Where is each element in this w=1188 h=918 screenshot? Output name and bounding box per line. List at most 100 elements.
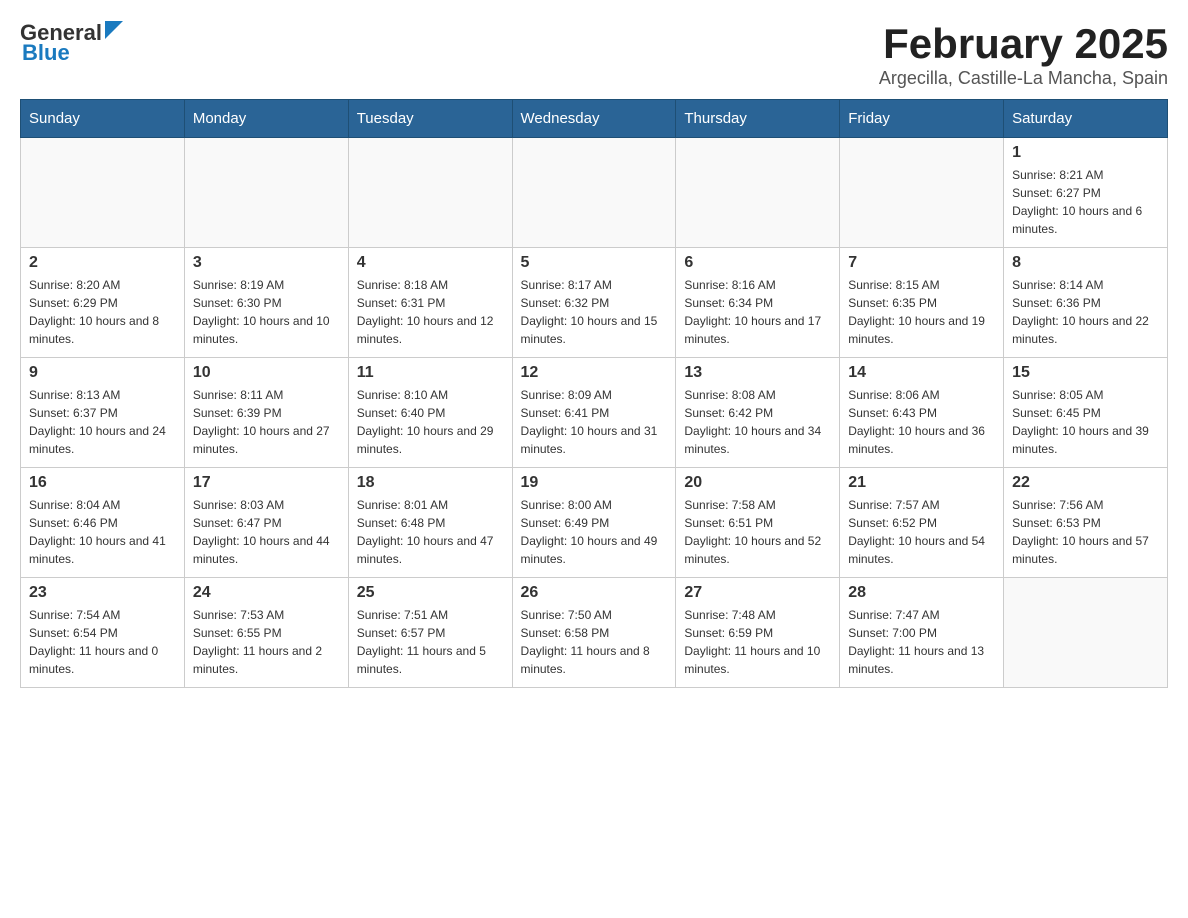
day-info: Sunrise: 8:13 AM Sunset: 6:37 PM Dayligh… xyxy=(29,386,176,458)
day-number: 1 xyxy=(1012,144,1159,162)
calendar-cell xyxy=(512,138,676,248)
calendar-cell: 7 Sunrise: 8:15 AM Sunset: 6:35 PM Daylig… xyxy=(840,248,1004,358)
calendar-cell xyxy=(676,138,840,248)
calendar-table: Sunday Monday Tuesday Wednesday Thursday… xyxy=(20,99,1168,688)
day-info: Sunrise: 8:14 AM Sunset: 6:36 PM Dayligh… xyxy=(1012,276,1159,348)
calendar-cell xyxy=(21,138,185,248)
calendar-cell: 24 Sunrise: 7:53 AM Sunset: 6:55 PM Dayli… xyxy=(184,578,348,688)
header-wednesday: Wednesday xyxy=(512,100,676,138)
day-number: 12 xyxy=(521,364,668,382)
day-info: Sunrise: 8:03 AM Sunset: 6:47 PM Dayligh… xyxy=(193,496,340,568)
day-number: 21 xyxy=(848,474,995,492)
day-number: 5 xyxy=(521,254,668,272)
week-row-2: 9 Sunrise: 8:13 AM Sunset: 6:37 PM Daylig… xyxy=(21,358,1168,468)
calendar-cell: 2 Sunrise: 8:20 AM Sunset: 6:29 PM Daylig… xyxy=(21,248,185,358)
week-row-3: 16Sunrise: 8:04 AM Sunset: 6:46 PM Dayli… xyxy=(21,468,1168,578)
day-info: Sunrise: 7:56 AM Sunset: 6:53 PM Dayligh… xyxy=(1012,496,1159,568)
calendar-cell: 4 Sunrise: 8:18 AM Sunset: 6:31 PM Daylig… xyxy=(348,248,512,358)
day-number: 16 xyxy=(29,474,176,492)
day-info: Sunrise: 8:19 AM Sunset: 6:30 PM Dayligh… xyxy=(193,276,340,348)
day-info: Sunrise: 8:05 AM Sunset: 6:45 PM Dayligh… xyxy=(1012,386,1159,458)
calendar-cell: 10 Sunrise: 8:11 AM Sunset: 6:39 PM Dayli… xyxy=(184,358,348,468)
location: Argecilla, Castille-La Mancha, Spain xyxy=(879,68,1168,89)
calendar-cell xyxy=(184,138,348,248)
calendar-cell: 3 Sunrise: 8:19 AM Sunset: 6:30 PM Daylig… xyxy=(184,248,348,358)
day-number: 27 xyxy=(684,584,831,602)
calendar-cell: 20 Sunrise: 7:58 AM Sunset: 6:51 PM Dayli… xyxy=(676,468,840,578)
day-number: 9 xyxy=(29,364,176,382)
day-info: Sunrise: 7:58 AM Sunset: 6:51 PM Dayligh… xyxy=(684,496,831,568)
day-number: 14 xyxy=(848,364,995,382)
header-monday: Monday xyxy=(184,100,348,138)
weekday-header-row: Sunday Monday Tuesday Wednesday Thursday… xyxy=(21,100,1168,138)
day-number: 4 xyxy=(357,254,504,272)
calendar-cell: 23Sunrise: 7:54 AM Sunset: 6:54 PM Dayli… xyxy=(21,578,185,688)
day-info: Sunrise: 8:21 AM Sunset: 6:27 PM Dayligh… xyxy=(1012,166,1159,238)
page-header: General Blue February 2025 Argecilla, Ca… xyxy=(20,20,1168,89)
logo-blue: Blue xyxy=(22,40,70,66)
day-number: 6 xyxy=(684,254,831,272)
day-number: 15 xyxy=(1012,364,1159,382)
day-info: Sunrise: 8:18 AM Sunset: 6:31 PM Dayligh… xyxy=(357,276,504,348)
day-info: Sunrise: 7:53 AM Sunset: 6:55 PM Dayligh… xyxy=(193,606,340,678)
calendar-cell: 18 Sunrise: 8:01 AM Sunset: 6:48 PM Dayli… xyxy=(348,468,512,578)
header-friday: Friday xyxy=(840,100,1004,138)
day-info: Sunrise: 7:54 AM Sunset: 6:54 PM Dayligh… xyxy=(29,606,176,678)
day-info: Sunrise: 8:10 AM Sunset: 6:40 PM Dayligh… xyxy=(357,386,504,458)
calendar-cell: 11Sunrise: 8:10 AM Sunset: 6:40 PM Dayli… xyxy=(348,358,512,468)
header-tuesday: Tuesday xyxy=(348,100,512,138)
header-thursday: Thursday xyxy=(676,100,840,138)
calendar-cell: 8 Sunrise: 8:14 AM Sunset: 6:36 PM Daylig… xyxy=(1004,248,1168,358)
day-info: Sunrise: 8:08 AM Sunset: 6:42 PM Dayligh… xyxy=(684,386,831,458)
day-info: Sunrise: 8:16 AM Sunset: 6:34 PM Dayligh… xyxy=(684,276,831,348)
week-row-0: 1 Sunrise: 8:21 AM Sunset: 6:27 PM Daylig… xyxy=(21,138,1168,248)
day-number: 24 xyxy=(193,584,340,602)
calendar-cell: 22Sunrise: 7:56 AM Sunset: 6:53 PM Dayli… xyxy=(1004,468,1168,578)
calendar-cell: 9 Sunrise: 8:13 AM Sunset: 6:37 PM Daylig… xyxy=(21,358,185,468)
day-number: 17 xyxy=(193,474,340,492)
day-number: 2 xyxy=(29,254,176,272)
calendar-cell: 27 Sunrise: 7:48 AM Sunset: 6:59 PM Dayli… xyxy=(676,578,840,688)
day-number: 25 xyxy=(357,584,504,602)
calendar-cell: 19Sunrise: 8:00 AM Sunset: 6:49 PM Dayli… xyxy=(512,468,676,578)
day-number: 26 xyxy=(521,584,668,602)
day-number: 13 xyxy=(684,364,831,382)
calendar-cell xyxy=(348,138,512,248)
day-number: 10 xyxy=(193,364,340,382)
header-sunday: Sunday xyxy=(21,100,185,138)
day-info: Sunrise: 8:20 AM Sunset: 6:29 PM Dayligh… xyxy=(29,276,176,348)
calendar-cell: 16Sunrise: 8:04 AM Sunset: 6:46 PM Dayli… xyxy=(21,468,185,578)
day-number: 18 xyxy=(357,474,504,492)
day-info: Sunrise: 7:57 AM Sunset: 6:52 PM Dayligh… xyxy=(848,496,995,568)
calendar-cell: 17 Sunrise: 8:03 AM Sunset: 6:47 PM Dayli… xyxy=(184,468,348,578)
header-saturday: Saturday xyxy=(1004,100,1168,138)
day-info: Sunrise: 8:17 AM Sunset: 6:32 PM Dayligh… xyxy=(521,276,668,348)
day-info: Sunrise: 7:50 AM Sunset: 6:58 PM Dayligh… xyxy=(521,606,668,678)
logo-triangle-icon xyxy=(105,21,123,39)
day-number: 3 xyxy=(193,254,340,272)
calendar-cell: 15 Sunrise: 8:05 AM Sunset: 6:45 PM Dayli… xyxy=(1004,358,1168,468)
day-info: Sunrise: 7:47 AM Sunset: 7:00 PM Dayligh… xyxy=(848,606,995,678)
day-number: 20 xyxy=(684,474,831,492)
day-number: 8 xyxy=(1012,254,1159,272)
week-row-1: 2 Sunrise: 8:20 AM Sunset: 6:29 PM Daylig… xyxy=(21,248,1168,358)
title-section: February 2025 Argecilla, Castille-La Man… xyxy=(879,20,1168,89)
day-number: 7 xyxy=(848,254,995,272)
day-info: Sunrise: 8:01 AM Sunset: 6:48 PM Dayligh… xyxy=(357,496,504,568)
calendar-cell: 21 Sunrise: 7:57 AM Sunset: 6:52 PM Dayli… xyxy=(840,468,1004,578)
calendar-cell: 5 Sunrise: 8:17 AM Sunset: 6:32 PM Daylig… xyxy=(512,248,676,358)
calendar-cell: 12Sunrise: 8:09 AM Sunset: 6:41 PM Dayli… xyxy=(512,358,676,468)
calendar-cell: 26 Sunrise: 7:50 AM Sunset: 6:58 PM Dayli… xyxy=(512,578,676,688)
day-info: Sunrise: 8:15 AM Sunset: 6:35 PM Dayligh… xyxy=(848,276,995,348)
calendar-cell xyxy=(840,138,1004,248)
calendar-cell: 6 Sunrise: 8:16 AM Sunset: 6:34 PM Daylig… xyxy=(676,248,840,358)
day-info: Sunrise: 7:48 AM Sunset: 6:59 PM Dayligh… xyxy=(684,606,831,678)
day-number: 28 xyxy=(848,584,995,602)
day-info: Sunrise: 8:06 AM Sunset: 6:43 PM Dayligh… xyxy=(848,386,995,458)
day-info: Sunrise: 7:51 AM Sunset: 6:57 PM Dayligh… xyxy=(357,606,504,678)
week-row-4: 23Sunrise: 7:54 AM Sunset: 6:54 PM Dayli… xyxy=(21,578,1168,688)
day-info: Sunrise: 8:11 AM Sunset: 6:39 PM Dayligh… xyxy=(193,386,340,458)
calendar-cell: 14 Sunrise: 8:06 AM Sunset: 6:43 PM Dayli… xyxy=(840,358,1004,468)
calendar-cell: 1 Sunrise: 8:21 AM Sunset: 6:27 PM Daylig… xyxy=(1004,138,1168,248)
calendar-cell: 28 Sunrise: 7:47 AM Sunset: 7:00 PM Dayli… xyxy=(840,578,1004,688)
